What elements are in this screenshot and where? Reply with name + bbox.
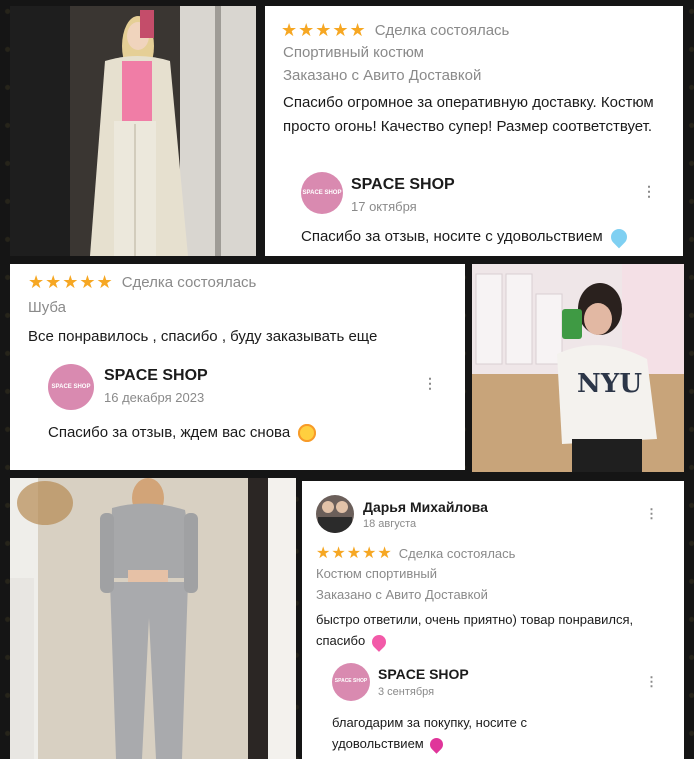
author-name: Дарья Михайлова bbox=[363, 499, 488, 515]
seller-logo: SPACE SHOP bbox=[332, 663, 370, 701]
reply-text-block: благодарим за покупку, носите с удовольс… bbox=[332, 712, 582, 754]
review-card-3: Дарья Михайлова 18 августа ⋮ ★★★★★ Сделк… bbox=[302, 481, 684, 759]
delivery-note: Заказано с Авито Доставкой bbox=[283, 67, 482, 84]
reply-date: 16 декабря 2023 bbox=[104, 390, 205, 405]
rating-stars: ★★★★★ bbox=[316, 545, 393, 562]
customer-photo-beige-suit bbox=[10, 6, 256, 256]
smiling-face-with-hearts-emoji bbox=[298, 424, 317, 443]
seller-name: SPACE SHOP bbox=[104, 367, 208, 384]
seller-name: SPACE SHOP bbox=[351, 176, 455, 193]
heart-emoji bbox=[427, 735, 447, 754]
author-avatar bbox=[316, 495, 354, 533]
seller-logo: SPACE SHOP bbox=[301, 172, 343, 214]
kebab-menu-icon[interactable]: ⋮ bbox=[645, 507, 658, 520]
product-name: Шуба bbox=[28, 299, 67, 316]
product-name: Костюм спортивный bbox=[316, 566, 438, 581]
author-date: 18 августа bbox=[363, 518, 417, 530]
review-card-2: ★★★★★ Сделка состоялась Шуба Все понрави… bbox=[10, 264, 465, 470]
delivery-note: Заказано с Авито Доставкой bbox=[316, 587, 488, 602]
review-card-1: ★★★★★ Сделка состоялась Спортивный костю… bbox=[265, 6, 683, 256]
kebab-menu-icon[interactable]: ⋮ bbox=[642, 184, 656, 198]
customer-photo-grey-suit bbox=[10, 478, 296, 759]
reply-text-line: Спасибо за отзыв, ждем вас снова bbox=[48, 424, 317, 443]
reply-text: Спасибо за отзыв, носите с удовольствием bbox=[301, 228, 603, 245]
deal-status: Сделка состоялась bbox=[398, 545, 516, 561]
kebab-menu-icon[interactable]: ⋮ bbox=[423, 376, 437, 390]
kebab-menu-icon[interactable]: ⋮ bbox=[645, 675, 658, 688]
review-author bbox=[316, 495, 354, 533]
product-name: Спортивный костюм bbox=[283, 44, 424, 61]
review-text: Все понравилось , спасибо , буду заказыв… bbox=[28, 328, 378, 345]
rating-stars: ★★★★★ bbox=[28, 272, 114, 292]
reply-date: 3 сентября bbox=[378, 686, 435, 698]
review-text: Спасибо огромное за оперативную доставку… bbox=[283, 94, 654, 135]
deal-status: Сделка состоялась bbox=[121, 274, 257, 291]
deal-status: Сделка состоялась bbox=[374, 22, 510, 39]
reply-text: Спасибо за отзыв, ждем вас снова bbox=[48, 424, 291, 441]
svg-text:NYU: NYU bbox=[577, 369, 642, 399]
seller-name: SPACE SHOP bbox=[378, 666, 469, 682]
seller-logo: SPACE SHOP bbox=[48, 364, 94, 410]
rating-stars: ★★★★★ bbox=[281, 20, 367, 40]
reply-date: 17 октября bbox=[351, 199, 417, 214]
reply-text-line: Спасибо за отзыв, носите с удовольствием bbox=[301, 225, 631, 249]
customer-photo-white-sweatshirt: NYU bbox=[472, 264, 684, 472]
heart-emoji bbox=[607, 225, 631, 249]
sparkling-heart-emoji bbox=[368, 631, 389, 652]
review-text-block: быстро ответили, очень приятно) товар по… bbox=[316, 609, 636, 652]
review-text: быстро ответили, очень приятно) товар по… bbox=[316, 612, 634, 648]
